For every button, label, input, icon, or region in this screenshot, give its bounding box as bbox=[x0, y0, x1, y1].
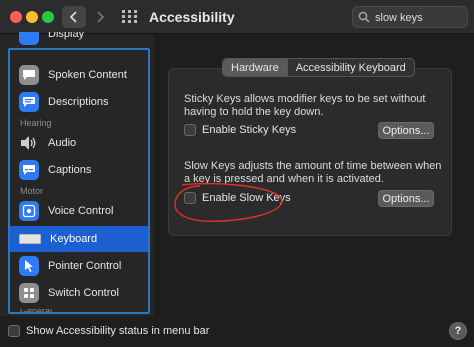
sticky-keys-options-button[interactable]: Options... bbox=[378, 122, 434, 139]
display-icon bbox=[19, 32, 39, 45]
sidebar-item-pointer-control[interactable]: Pointer Control bbox=[10, 253, 148, 279]
sidebar-item-label: Captions bbox=[48, 164, 92, 176]
sidebar-item-spoken-content[interactable]: Spoken Content bbox=[10, 62, 148, 88]
title-bar: Accessibility bbox=[0, 0, 474, 34]
speaker-icon bbox=[19, 133, 39, 153]
slow-keys-options-button[interactable]: Options... bbox=[378, 190, 434, 207]
section-header-general: General bbox=[20, 309, 53, 314]
section-header-motor: Motor bbox=[20, 186, 44, 196]
search-icon bbox=[358, 11, 370, 23]
search-input[interactable] bbox=[375, 10, 463, 25]
pointer-icon bbox=[19, 256, 39, 276]
close-window-button[interactable] bbox=[10, 11, 22, 23]
sticky-keys-checkbox[interactable] bbox=[184, 124, 196, 136]
sidebar-item-label: Audio bbox=[48, 137, 77, 149]
sidebar-item-display[interactable]: Display bbox=[10, 32, 148, 48]
show-all-button[interactable] bbox=[118, 6, 142, 28]
zoom-window-button[interactable] bbox=[42, 11, 54, 23]
sidebar-item-keyboard[interactable]: Keyboard bbox=[10, 226, 148, 252]
show-status-label: Show Accessibility status in menu bar bbox=[26, 325, 210, 337]
tab-hardware[interactable]: Hardware bbox=[223, 59, 287, 76]
tab-accessibility-keyboard[interactable]: Accessibility Keyboard bbox=[288, 59, 414, 76]
sidebar-item-audio[interactable]: Audio bbox=[10, 130, 148, 156]
sticky-keys-label: Enable Sticky Keys bbox=[202, 124, 297, 136]
chevron-right-icon bbox=[97, 11, 105, 23]
section-header-hearing: Hearing bbox=[20, 118, 52, 128]
sticky-keys-description: Sticky Keys allows modifier keys to be s… bbox=[184, 93, 426, 118]
show-status-row[interactable]: Show Accessibility status in menu bar bbox=[8, 325, 209, 337]
help-button[interactable]: ? bbox=[449, 322, 467, 340]
sidebar-item-captions[interactable]: Captions bbox=[10, 157, 148, 183]
slow-keys-checkbox[interactable] bbox=[184, 192, 196, 204]
sidebar-item-label: Pointer Control bbox=[48, 260, 122, 272]
sidebar-item-label: Descriptions bbox=[48, 96, 109, 108]
captions-icon bbox=[19, 160, 39, 180]
show-status-checkbox[interactable] bbox=[8, 325, 20, 337]
sidebar-item-descriptions[interactable]: Descriptions bbox=[10, 89, 148, 115]
voice-control-icon bbox=[19, 201, 39, 221]
slow-keys-label: Enable Slow Keys bbox=[202, 192, 291, 204]
sticky-keys-row[interactable]: Enable Sticky Keys bbox=[184, 124, 296, 136]
sidebar-item-label: Spoken Content bbox=[48, 69, 127, 81]
chevron-left-icon bbox=[69, 11, 77, 23]
sidebar-item-switch-control[interactable]: Switch Control bbox=[10, 280, 148, 306]
slow-keys-description: Slow Keys adjusts the amount of time bet… bbox=[184, 160, 442, 185]
search-field[interactable] bbox=[352, 6, 468, 28]
sidebar-item-label: Voice Control bbox=[48, 205, 114, 217]
grid-icon bbox=[122, 10, 137, 23]
switch-control-icon bbox=[19, 283, 39, 303]
tab-control: Hardware Accessibility Keyboard bbox=[222, 58, 415, 77]
keyboard-icon bbox=[19, 229, 41, 249]
minimize-window-button[interactable] bbox=[26, 11, 38, 23]
sidebar-item-voice-control[interactable]: Voice Control bbox=[10, 198, 148, 224]
descriptions-icon bbox=[19, 92, 39, 112]
sidebar-item-label: Keyboard bbox=[50, 233, 98, 245]
back-button[interactable] bbox=[62, 6, 86, 28]
sidebar-item-label: Display bbox=[48, 32, 85, 40]
window-title: Accessibility bbox=[149, 9, 235, 25]
forward-button[interactable] bbox=[88, 6, 112, 28]
speech-bubble-icon bbox=[19, 65, 39, 85]
sidebar-item-label: Switch Control bbox=[48, 287, 119, 299]
slow-keys-row[interactable]: Enable Slow Keys bbox=[184, 192, 291, 204]
